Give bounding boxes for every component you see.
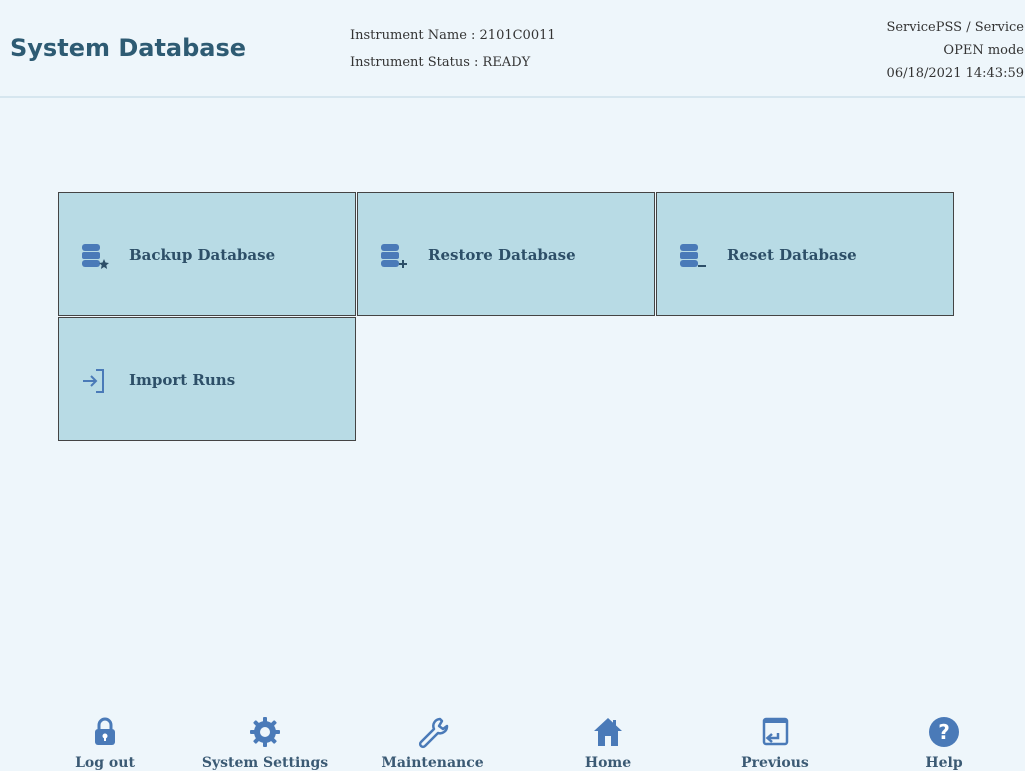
- maintenance-label: Maintenance: [381, 755, 484, 771]
- logout-button[interactable]: Log out: [50, 705, 160, 771]
- import-icon: [83, 369, 104, 393]
- backup-database-label: Backup Database: [129, 246, 276, 264]
- system-settings-button[interactable]: System Settings: [185, 705, 345, 771]
- mode-indicator: OPEN mode: [943, 43, 1024, 58]
- footer-nav: Log out System Settings Maintenance Home: [0, 705, 1025, 771]
- header-bar: System Database Instrument Name : 2101C0…: [0, 0, 1025, 98]
- lock-icon: [95, 717, 115, 745]
- user-info: ServicePSS / Service: [886, 20, 1024, 35]
- previous-icon: [762, 717, 789, 746]
- instrument-status: Instrument Status : READY: [350, 55, 531, 70]
- logout-label: Log out: [75, 755, 135, 771]
- restore-database-button[interactable]: Restore Database: [357, 192, 655, 316]
- home-label: Home: [584, 755, 632, 771]
- import-runs-label: Import Runs: [129, 371, 236, 389]
- home-icon: [594, 718, 622, 746]
- home-button[interactable]: Home: [558, 705, 658, 771]
- help-label: Help: [925, 755, 963, 771]
- system-settings-label: System Settings: [201, 755, 329, 771]
- help-button[interactable]: ? Help: [894, 705, 994, 771]
- previous-button[interactable]: Previous: [720, 705, 830, 771]
- backup-database-button[interactable]: Backup Database: [58, 192, 356, 316]
- maintenance-button[interactable]: Maintenance: [370, 705, 495, 771]
- reset-database-label: Reset Database: [727, 246, 857, 264]
- database-minus-icon: [680, 244, 706, 267]
- restore-database-label: Restore Database: [428, 246, 576, 264]
- wrench-icon: [418, 717, 448, 749]
- previous-label: Previous: [741, 755, 809, 771]
- reset-database-button[interactable]: Reset Database: [656, 192, 954, 316]
- help-icon: ?: [929, 717, 959, 747]
- instrument-name: Instrument Name : 2101C0011: [350, 28, 556, 43]
- database-star-icon: [82, 244, 109, 269]
- database-plus-icon: [381, 244, 407, 268]
- datetime-display: 06/18/2021 14:43:59: [886, 66, 1024, 81]
- gear-icon: [250, 717, 280, 747]
- svg-text:?: ?: [938, 720, 950, 744]
- import-runs-button[interactable]: Import Runs: [58, 317, 356, 441]
- page-title: System Database: [10, 34, 247, 62]
